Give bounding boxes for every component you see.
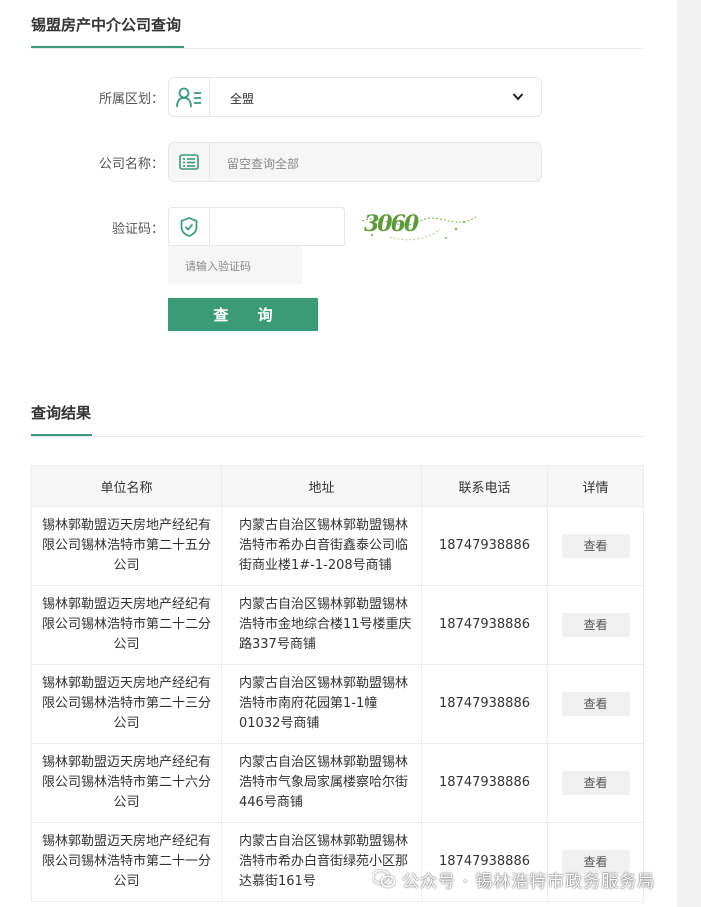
- captcha-input[interactable]: [168, 207, 345, 246]
- district-select[interactable]: 全盟: [168, 77, 542, 117]
- district-icon-cell: [169, 78, 210, 116]
- chevron-down-icon: [512, 93, 524, 101]
- phone-cell: 18747938886: [421, 585, 548, 665]
- table-row: 锡林郭勒盟迈天房地产经纪有限公司锡林浩特市第二十六分公司 内蒙古自治区锡林郭勒盟…: [31, 743, 644, 823]
- company-name-cell: 锡林郭勒盟迈天房地产经纪有限公司锡林浩特市第二十五分公司: [31, 506, 222, 586]
- captcha-image[interactable]: 3060: [360, 207, 478, 246]
- column-header-phone: 联系电话: [421, 465, 548, 507]
- watermark: 公众号 · 锡林浩特市政务服务局: [372, 868, 656, 892]
- results-section-title: 查询结果: [31, 404, 92, 422]
- detail-cell: 查看: [547, 585, 644, 665]
- company-name-placeholder: 留空查询全部: [227, 157, 300, 171]
- query-button[interactable]: 查 询: [168, 298, 318, 331]
- phone-cell: 18747938886: [421, 743, 548, 823]
- phone-cell: 18747938886: [421, 664, 548, 744]
- company-label: 公司名称：: [98, 157, 164, 172]
- table-row: 锡林郭勒盟迈天房地产经纪有限公司锡林浩特市第二十五分公司 内蒙古自治区锡林郭勒盟…: [31, 506, 644, 586]
- captcha-icon-cell: [169, 208, 210, 245]
- search-title-divider: [31, 48, 643, 49]
- shield-check-icon: [180, 216, 198, 237]
- detail-cell: 查看: [547, 506, 644, 586]
- captcha-text: 3060: [364, 211, 419, 237]
- phone-cell: 18747938886: [421, 506, 548, 586]
- district-selected-value: 全盟: [230, 92, 255, 106]
- address-cell: 内蒙古自治区锡林郭勒盟锡林浩特市气象局家属楼察哈尔街446号商铺: [221, 743, 422, 823]
- column-header-detail: 详情: [547, 465, 644, 507]
- captcha-placeholder-box[interactable]: 请输入验证码: [168, 246, 302, 284]
- detail-cell: 查看: [547, 743, 644, 823]
- district-label: 所属区划：: [98, 92, 164, 107]
- detail-cell: 查看: [547, 664, 644, 744]
- results-table: 单位名称 地址 联系电话 详情 锡林郭勒盟迈天房地产经纪有限公司锡林浩特市第二十…: [31, 465, 644, 902]
- captcha-placeholder: 请输入验证码: [185, 260, 251, 273]
- company-name-input[interactable]: 留空查询全部: [168, 142, 542, 182]
- company-name-cell: 锡林郭勒盟迈天房地产经纪有限公司锡林浩特市第二十三分公司: [31, 664, 222, 744]
- view-detail-button[interactable]: 查看: [561, 613, 630, 637]
- view-detail-button[interactable]: 查看: [561, 534, 630, 558]
- person-card-icon: [176, 87, 201, 108]
- address-cell: 内蒙古自治区锡林郭勒盟锡林浩特市南府花园第1-1幢01032号商铺: [221, 664, 422, 744]
- results-title-divider: [31, 436, 643, 437]
- address-cell: 内蒙古自治区锡林郭勒盟锡林浩特市金地综合楼11号楼重庆路337号商铺: [221, 585, 422, 665]
- table-row: 锡林郭勒盟迈天房地产经纪有限公司锡林浩特市第二十二分公司 内蒙古自治区锡林郭勒盟…: [31, 585, 644, 665]
- address-cell: 内蒙古自治区锡林郭勒盟锡林浩特市希办白音街鑫泰公司临街商业楼1#-1-208号商…: [221, 506, 422, 586]
- search-title-accent: [31, 46, 184, 48]
- company-name-cell: 锡林郭勒盟迈天房地产经纪有限公司锡林浩特市第二十二分公司: [31, 585, 222, 665]
- scrollbar-track[interactable]: [677, 0, 701, 907]
- wechat-icon: [372, 869, 396, 888]
- search-section-title: 锡盟房产中介公司查询: [31, 16, 182, 34]
- column-header-address: 地址: [221, 465, 422, 507]
- table-header-row: 单位名称 地址 联系电话 详情: [31, 465, 644, 507]
- view-detail-button[interactable]: 查看: [561, 771, 630, 795]
- company-icon-cell: [169, 143, 210, 181]
- list-card-icon: [179, 154, 199, 170]
- column-header-name: 单位名称: [31, 465, 222, 507]
- captcha-label: 验证码：: [111, 222, 164, 237]
- view-detail-button[interactable]: 查看: [561, 692, 630, 716]
- company-name-cell: 锡林郭勒盟迈天房地产经纪有限公司锡林浩特市第二十六分公司: [31, 743, 222, 823]
- results-title-accent: [31, 434, 92, 436]
- watermark-text: 公众号 · 锡林浩特市政务服务局: [402, 871, 656, 892]
- company-name-cell: 锡林郭勒盟迈天房地产经纪有限公司锡林浩特市第二十一分公司: [31, 822, 222, 902]
- table-row: 锡林郭勒盟迈天房地产经纪有限公司锡林浩特市第二十三分公司 内蒙古自治区锡林郭勒盟…: [31, 664, 644, 744]
